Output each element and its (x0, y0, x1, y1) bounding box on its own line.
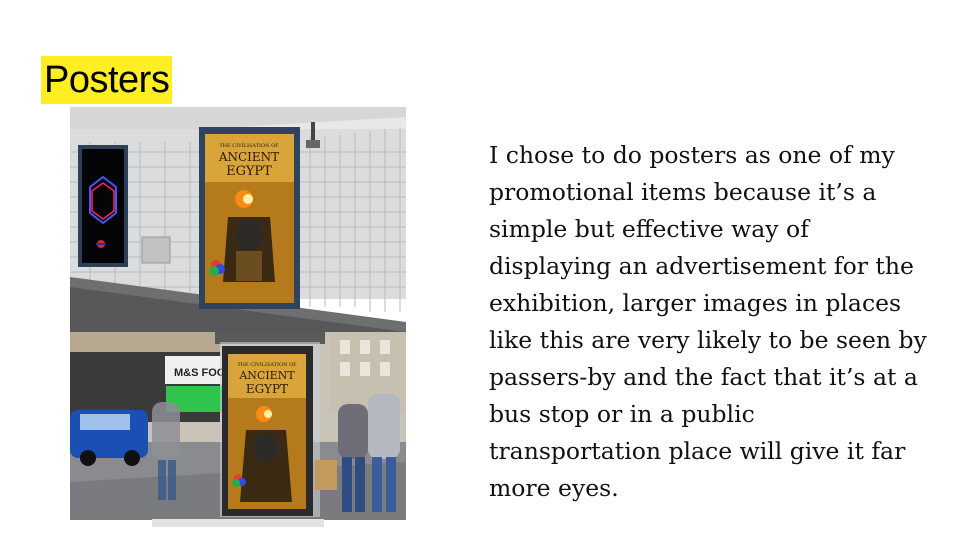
subway-poster-photo: THE CIVILISATION OF ANCIENT EGYPT (70, 107, 406, 332)
bus-stop-poster-photo: M&S FOODH THE CIVILISATION OF ANCIENT EG… (70, 332, 406, 520)
bus-poster-title-line1: ANCIENT (238, 369, 295, 382)
slide-body-text: I chose to do posters as one of my promo… (489, 141, 927, 502)
subway-poster-title-line2: EGYPT (226, 164, 272, 179)
caption-strip (152, 519, 324, 527)
slide-title: Posters (41, 56, 173, 104)
subway-poster-title-line1: ANCIENT (218, 150, 279, 164)
bus-poster-title-line2: EGYPT (246, 382, 288, 396)
bus-poster-small-title: THE CIVILISATION OF (237, 362, 297, 368)
subway-poster-small-title: THE CIVILISATION OF (219, 143, 279, 149)
